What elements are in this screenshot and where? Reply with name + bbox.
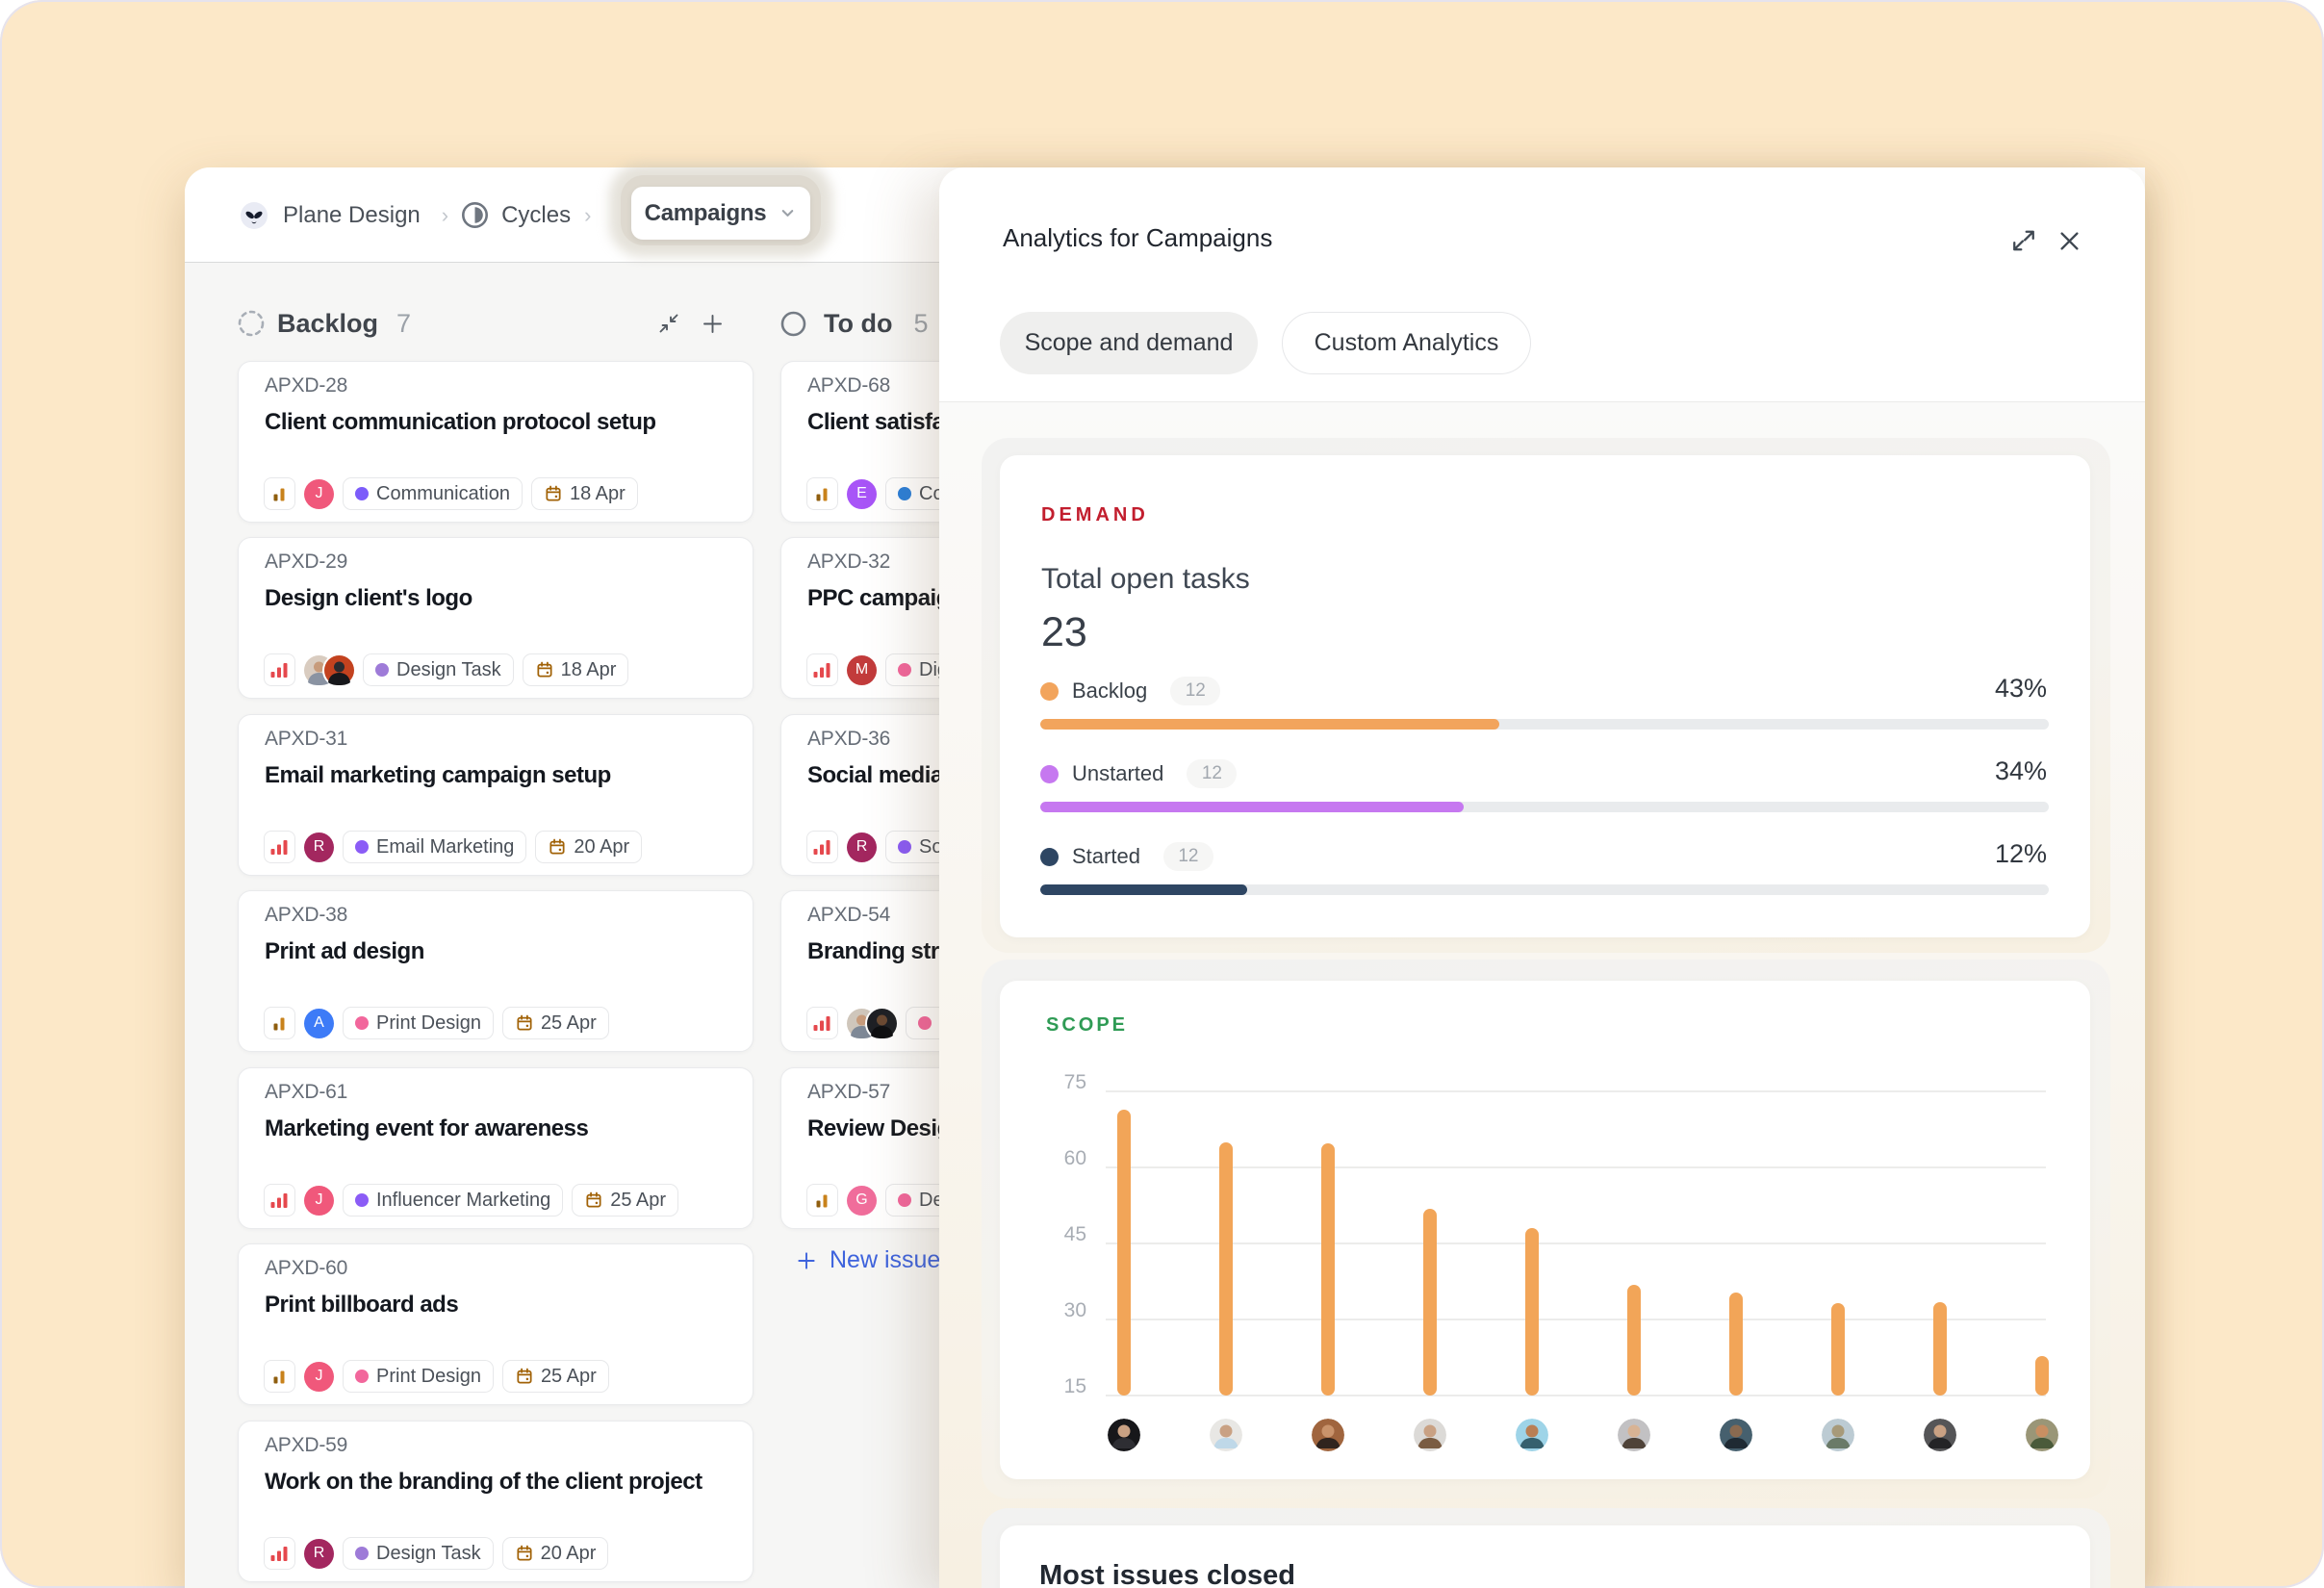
svg-text:60: 60 [1064, 1147, 1086, 1169]
svg-text:75: 75 [1064, 1071, 1086, 1093]
svg-text:45: 45 [1064, 1223, 1086, 1245]
svg-text:30: 30 [1064, 1299, 1086, 1321]
svg-text:15: 15 [1064, 1375, 1086, 1397]
